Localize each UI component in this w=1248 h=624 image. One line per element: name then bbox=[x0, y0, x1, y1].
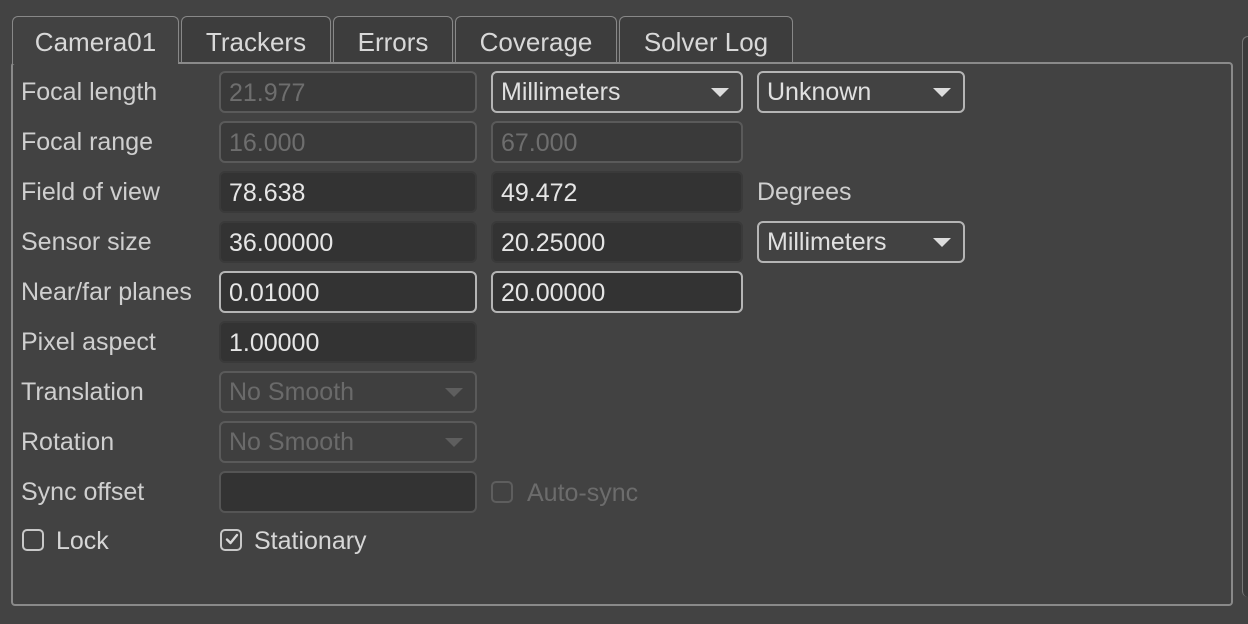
pixel-aspect-label: Pixel aspect bbox=[21, 328, 156, 356]
tab-coverage[interactable]: Coverage bbox=[455, 16, 617, 62]
pixel-aspect-field[interactable]: 1.00000 bbox=[219, 321, 477, 363]
focal-length-field: 21.977 bbox=[219, 71, 477, 113]
sensor-height-field[interactable]: 20.25000 bbox=[491, 221, 743, 263]
focal-mode-dropdown[interactable]: Unknown bbox=[757, 71, 965, 113]
rotation-smoothing-dropdown: No Smooth bbox=[219, 421, 477, 463]
sensor-unit-dropdown[interactable]: Millimeters bbox=[757, 221, 965, 263]
sensor-unit-value: Millimeters bbox=[767, 228, 887, 256]
near-far-label: Near/far planes bbox=[21, 278, 192, 306]
fov-unit-label: Degrees bbox=[757, 178, 852, 206]
sync-offset-field[interactable] bbox=[219, 471, 477, 513]
auto-sync-checkbox bbox=[491, 481, 513, 503]
translation-smoothing-dropdown: No Smooth bbox=[219, 371, 477, 413]
focal-range-max-field: 67.000 bbox=[491, 121, 743, 163]
translation-label: Translation bbox=[21, 378, 144, 406]
near-plane-field[interactable]: 0.01000 bbox=[219, 271, 477, 313]
tab-trackers[interactable]: Trackers bbox=[181, 16, 331, 62]
far-plane-field[interactable]: 20.00000 bbox=[491, 271, 743, 313]
tab-errors[interactable]: Errors bbox=[333, 16, 453, 62]
focal-range-label: Focal range bbox=[21, 128, 154, 156]
fov-vertical-field[interactable]: 49.472 bbox=[491, 171, 743, 213]
sensor-size-label: Sensor size bbox=[21, 228, 152, 256]
chevron-down-icon bbox=[445, 388, 463, 397]
auto-sync-label: Auto-sync bbox=[527, 479, 639, 507]
adjacent-panel-edge bbox=[1242, 36, 1248, 597]
sync-offset-label: Sync offset bbox=[21, 478, 145, 506]
tab-solver-log[interactable]: Solver Log bbox=[619, 16, 793, 62]
focal-length-label: Focal length bbox=[21, 78, 158, 106]
chevron-down-icon bbox=[445, 438, 463, 447]
focal-mode-value: Unknown bbox=[767, 78, 872, 106]
translation-smoothing-value: No Smooth bbox=[229, 378, 355, 406]
checkmark-icon bbox=[225, 533, 239, 545]
chevron-down-icon bbox=[933, 238, 951, 247]
chevron-down-icon bbox=[933, 88, 951, 97]
tab-camera01[interactable]: Camera01 bbox=[12, 16, 179, 64]
stationary-label: Stationary bbox=[254, 527, 367, 555]
field-of-view-label: Field of view bbox=[21, 178, 160, 206]
lock-checkbox[interactable] bbox=[22, 529, 44, 551]
focal-unit-value: Millimeters bbox=[501, 78, 621, 106]
stationary-checkbox[interactable] bbox=[220, 529, 242, 551]
rotation-smoothing-value: No Smooth bbox=[229, 428, 355, 456]
sensor-width-field[interactable]: 36.00000 bbox=[219, 221, 477, 263]
focal-unit-dropdown[interactable]: Millimeters bbox=[491, 71, 743, 113]
lock-label: Lock bbox=[56, 527, 109, 555]
fov-horizontal-field[interactable]: 78.638 bbox=[219, 171, 477, 213]
chevron-down-icon bbox=[711, 88, 729, 97]
focal-range-min-field: 16.000 bbox=[219, 121, 477, 163]
rotation-label: Rotation bbox=[21, 428, 115, 456]
